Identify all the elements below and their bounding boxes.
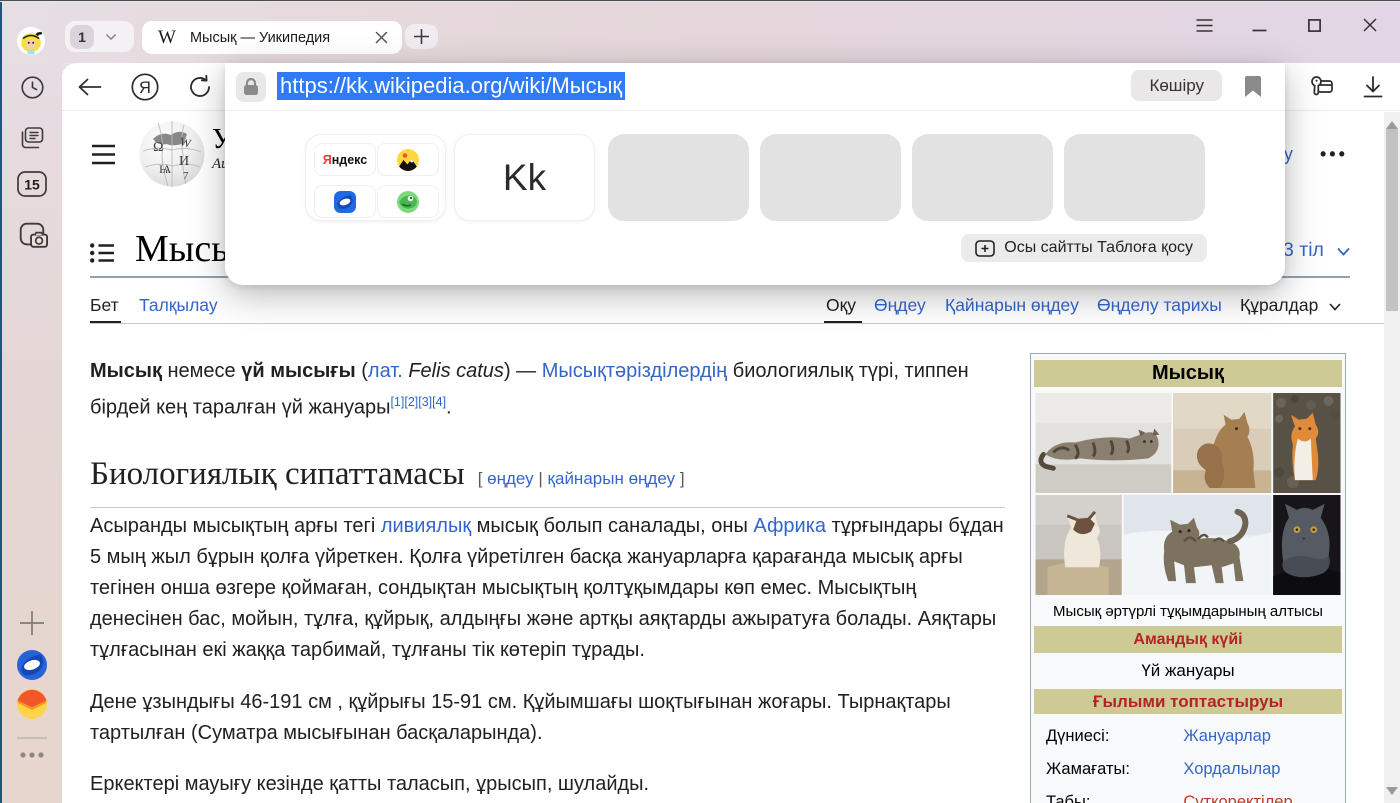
svg-text:Я: Я	[139, 79, 151, 97]
svg-text:И: И	[179, 154, 189, 169]
svg-text:15: 15	[24, 177, 40, 193]
svg-text:Ѩ: Ѩ	[159, 162, 172, 176]
svg-text:Ω: Ω	[153, 140, 163, 155]
svg-text:7: 7	[183, 170, 189, 182]
